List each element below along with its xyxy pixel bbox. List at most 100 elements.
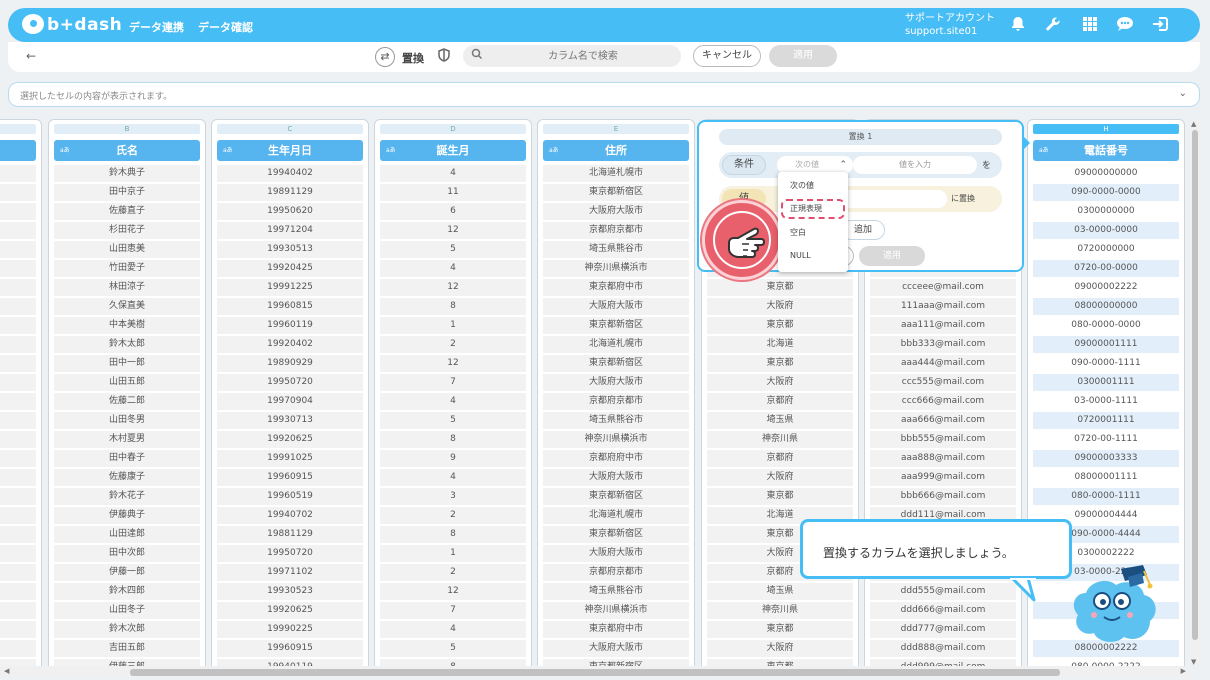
table-cell[interactable]: 神奈川県 xyxy=(707,602,853,619)
table-cell[interactable]: ccc555@mail.com xyxy=(870,374,1016,391)
chat-icon[interactable] xyxy=(1116,16,1134,34)
table-cell[interactable]: aaa444@mail.com xyxy=(870,355,1016,372)
column-letter[interactable]: E xyxy=(543,124,689,134)
table-cell[interactable]: 19990225 xyxy=(217,621,363,638)
table-cell[interactable]: 19971102 xyxy=(217,564,363,581)
table-cell[interactable]: 2 xyxy=(380,336,526,353)
scroll-down-icon[interactable]: ▼ xyxy=(1191,658,1196,666)
table-cell[interactable] xyxy=(0,602,36,619)
table-cell[interactable]: 4 xyxy=(380,393,526,410)
table-cell[interactable]: 埼玉県 xyxy=(707,412,853,429)
table-cell[interactable]: 大阪府 xyxy=(707,469,853,486)
table-cell[interactable]: 田中春子 xyxy=(54,450,200,467)
table-cell[interactable]: 東京都 xyxy=(707,317,853,334)
table-cell[interactable] xyxy=(0,659,36,666)
column-c[interactable]: Caあ 生年月日 19940402 19891129 19950620 19971204 1… xyxy=(211,119,369,666)
table-cell[interactable]: 08000000000 xyxy=(1033,298,1179,315)
table-cell[interactable]: 山田冬子 xyxy=(54,602,200,619)
column-header[interactable]: aあ 氏名 xyxy=(54,140,200,161)
table-cell[interactable]: 木村夏男 xyxy=(54,431,200,448)
shield-icon[interactable] xyxy=(438,48,450,65)
table-cell[interactable]: 12 xyxy=(380,355,526,372)
table-cell[interactable]: 090-0000-1111 xyxy=(1033,355,1179,372)
table-cell[interactable]: 佐藤康子 xyxy=(54,469,200,486)
column-partial[interactable] xyxy=(0,119,42,666)
table-cell[interactable]: ddd555@mail.com xyxy=(870,583,1016,600)
table-cell[interactable]: 大阪府大阪市 xyxy=(543,640,689,657)
table-cell[interactable]: 09000001111 xyxy=(1033,336,1179,353)
table-cell[interactable]: 京都府 xyxy=(707,450,853,467)
table-cell[interactable]: 12 xyxy=(380,279,526,296)
table-cell[interactable] xyxy=(0,431,36,448)
swap-icon[interactable]: ⇄ xyxy=(375,47,395,67)
table-cell[interactable]: 林田涼子 xyxy=(54,279,200,296)
cell-content-bar[interactable]: 選択したセルの内容が表示されます。 ⌄ xyxy=(8,82,1200,107)
table-cell[interactable]: 北海道札幌市 xyxy=(543,507,689,524)
table-cell[interactable]: 東京都新宿区 xyxy=(543,184,689,201)
table-cell[interactable]: 19940402 xyxy=(217,165,363,182)
column-header[interactable] xyxy=(0,140,36,161)
table-cell[interactable] xyxy=(0,298,36,315)
table-cell[interactable]: 神奈川県横浜市 xyxy=(543,602,689,619)
table-cell[interactable]: 大阪府 xyxy=(707,374,853,391)
column-letter[interactable]: C xyxy=(217,124,363,134)
table-cell[interactable]: aaa666@mail.com xyxy=(870,412,1016,429)
column-b[interactable]: Baあ 氏名 鈴木典子 田中京子 佐藤直子 杉田花子 山田恵美 竹田愛子 林田涼子 久保直美 中本美… xyxy=(48,119,206,666)
table-cell[interactable]: 東京都 xyxy=(707,659,853,666)
table-cell[interactable]: 19891129 xyxy=(217,184,363,201)
table-cell[interactable]: 5 xyxy=(380,412,526,429)
table-cell[interactable]: 2 xyxy=(380,507,526,524)
table-cell[interactable]: 田中次郎 xyxy=(54,545,200,562)
table-cell[interactable]: 佐藤直子 xyxy=(54,203,200,220)
table-cell[interactable] xyxy=(0,165,36,182)
table-cell[interactable]: 埼玉県熊谷市 xyxy=(543,412,689,429)
table-cell[interactable]: 09000000000 xyxy=(1033,165,1179,182)
table-cell[interactable]: 12 xyxy=(380,222,526,239)
horizontal-scrollbar[interactable]: ◀ ▶ xyxy=(0,667,1190,678)
table-cell[interactable]: 埼玉県熊谷市 xyxy=(543,583,689,600)
horizontal-scroll-thumb[interactable] xyxy=(130,669,1060,676)
table-cell[interactable] xyxy=(0,374,36,391)
apply-button[interactable]: 適用 xyxy=(769,45,837,67)
table-cell[interactable]: 鈴木太郎 xyxy=(54,336,200,353)
dropdown-option-blank[interactable]: 空白 xyxy=(790,227,806,238)
table-cell[interactable]: 8 xyxy=(380,659,526,666)
table-cell[interactable] xyxy=(0,450,36,467)
table-cell[interactable]: 神奈川県 xyxy=(707,431,853,448)
table-cell[interactable]: 吉田五郎 xyxy=(54,640,200,657)
table-cell[interactable]: 大阪府 xyxy=(707,640,853,657)
table-cell[interactable]: 19950720 xyxy=(217,545,363,562)
table-cell[interactable]: 19920425 xyxy=(217,260,363,277)
column-letter[interactable]: D xyxy=(380,124,526,134)
table-cell[interactable]: 北海道 xyxy=(707,336,853,353)
table-cell[interactable]: 大阪府大阪市 xyxy=(543,203,689,220)
table-cell[interactable]: 6 xyxy=(380,203,526,220)
table-cell[interactable]: 19991225 xyxy=(217,279,363,296)
nav-link-data-integration[interactable]: データ連携 xyxy=(129,19,184,35)
table-cell[interactable]: ddd777@mail.com xyxy=(870,621,1016,638)
table-cell[interactable]: 竹田愛子 xyxy=(54,260,200,277)
column-header[interactable]: aあ 誕生月 xyxy=(380,140,526,161)
table-cell[interactable]: 東京都新宿区 xyxy=(543,355,689,372)
table-cell[interactable]: 8 xyxy=(380,526,526,543)
table-cell[interactable]: 080-0000-1111 xyxy=(1033,488,1179,505)
table-cell[interactable]: 4 xyxy=(380,165,526,182)
table-cell[interactable]: 19920625 xyxy=(217,431,363,448)
table-cell[interactable]: 東京都 xyxy=(707,355,853,372)
column-search[interactable] xyxy=(463,45,681,67)
table-cell[interactable] xyxy=(0,507,36,524)
table-cell[interactable]: 佐藤二郎 xyxy=(54,393,200,410)
table-cell[interactable]: 東京都新宿区 xyxy=(543,317,689,334)
table-cell[interactable]: 鈴木典子 xyxy=(54,165,200,182)
scroll-left-icon[interactable]: ◀ xyxy=(4,667,9,675)
table-cell[interactable]: 19950620 xyxy=(217,203,363,220)
table-cell[interactable]: 0300000000 xyxy=(1033,203,1179,220)
table-cell[interactable]: 19930713 xyxy=(217,412,363,429)
table-cell[interactable] xyxy=(0,184,36,201)
table-cell[interactable] xyxy=(0,583,36,600)
bell-icon[interactable] xyxy=(1009,16,1027,34)
table-cell[interactable] xyxy=(0,412,36,429)
column-letter[interactable]: B xyxy=(54,124,200,134)
table-cell[interactable]: 080-0000-0000 xyxy=(1033,317,1179,334)
table-cell[interactable]: 19920625 xyxy=(217,602,363,619)
